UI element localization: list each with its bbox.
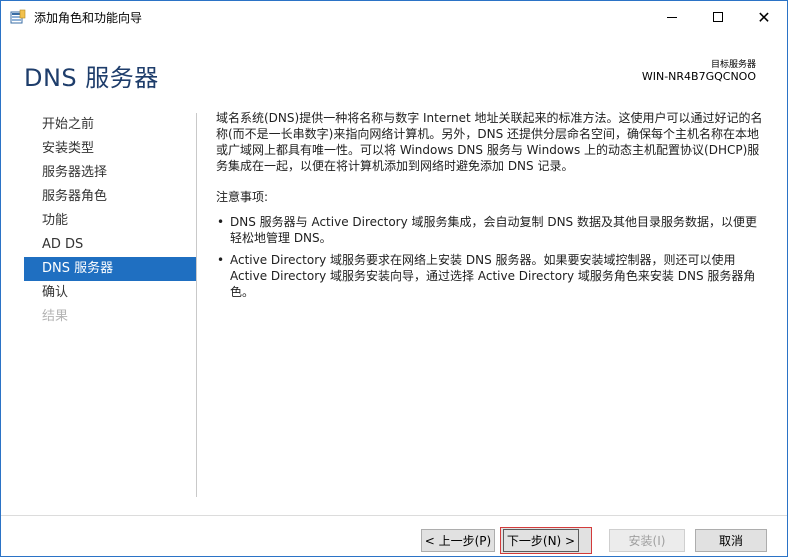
list-item: • DNS 服务器与 Active Directory 域服务集成，会自动复制 … <box>216 214 765 246</box>
server-manager-icon <box>10 9 26 25</box>
notes-list: • DNS 服务器与 Active Directory 域服务集成，会自动复制 … <box>216 214 765 300</box>
maximize-button[interactable] <box>695 1 741 33</box>
nav-divider <box>196 113 197 497</box>
footer-divider <box>1 515 787 516</box>
target-server-label: 目标服务器 <box>710 60 756 70</box>
nav-item-installation-type[interactable]: 安装类型 <box>24 137 196 161</box>
notes-heading: 注意事项: <box>216 190 269 204</box>
main-content: 域名系统(DNS)提供一种将名称与数字 Internet 地址关联起来的标准方法… <box>216 110 765 306</box>
dns-description: 域名系统(DNS)提供一种将名称与数字 Internet 地址关联起来的标准方法… <box>216 111 763 173</box>
wizard-window: 添加角色和功能向导 ✕ DNS 服务器 目标服务器 WIN-NR4B7GQCNO… <box>0 0 788 557</box>
nav-item-server-roles[interactable]: 服务器角色 <box>24 185 196 209</box>
previous-button[interactable]: < 上一步(P) <box>421 529 495 552</box>
next-button[interactable]: 下一步(N) > <box>503 529 579 552</box>
nav-item-before-you-begin[interactable]: 开始之前 <box>24 113 196 137</box>
page-title: DNS 服务器 <box>24 64 159 92</box>
title-bar[interactable]: 添加角色和功能向导 ✕ <box>1 1 787 33</box>
maximize-icon <box>713 12 723 22</box>
window-title: 添加角色和功能向导 <box>34 11 143 25</box>
close-button[interactable]: ✕ <box>741 1 787 33</box>
list-item: • Active Directory 域服务要求在网络上安装 DNS 服务器。如… <box>216 252 765 300</box>
bullet-icon: • <box>217 253 225 267</box>
note-text: Active Directory 域服务要求在网络上安装 DNS 服务器。如果要… <box>230 253 756 299</box>
note-text: DNS 服务器与 Active Directory 域服务集成，会自动复制 DN… <box>230 215 757 245</box>
nav-item-features[interactable]: 功能 <box>24 209 196 233</box>
minimize-button[interactable] <box>649 1 695 33</box>
minimize-icon <box>667 16 677 18</box>
bullet-icon: • <box>217 215 225 229</box>
wizard-nav: 开始之前 安装类型 服务器选择 服务器角色 功能 AD DS DNS 服务器 确… <box>24 113 196 329</box>
target-server-name: WIN-NR4B7GQCNOO <box>641 70 756 83</box>
close-icon: ✕ <box>757 7 771 27</box>
nav-item-dns-server[interactable]: DNS 服务器 <box>24 257 196 281</box>
nav-item-ad-ds[interactable]: AD DS <box>24 233 196 257</box>
nav-item-confirmation[interactable]: 确认 <box>24 281 196 305</box>
install-button: 安装(I) <box>609 529 685 552</box>
nav-item-server-selection[interactable]: 服务器选择 <box>24 161 196 185</box>
nav-item-results: 结果 <box>42 309 69 324</box>
cancel-button[interactable]: 取消 <box>695 529 767 552</box>
